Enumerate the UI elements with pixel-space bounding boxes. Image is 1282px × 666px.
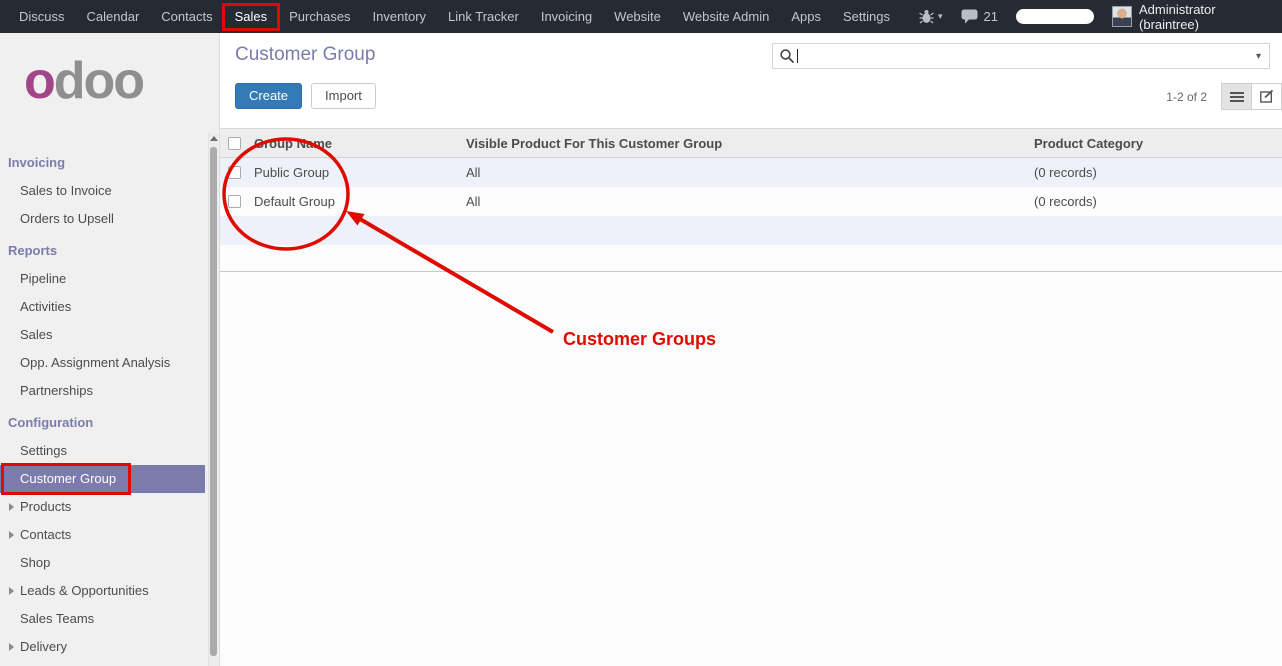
sidebar-section-invoicing: Invoicing xyxy=(0,145,219,177)
user-name: Administrator (braintree) xyxy=(1139,2,1272,32)
empty-row xyxy=(220,245,1282,271)
screen: Discuss Calendar Contacts Sales Purchase… xyxy=(0,0,1282,666)
cell-visible-product: All xyxy=(460,194,1028,209)
menu-contacts[interactable]: Contacts xyxy=(150,0,223,33)
debug-menu[interactable]: ▾ xyxy=(919,0,943,33)
chevron-down-icon: ▾ xyxy=(938,0,943,33)
menu-website[interactable]: Website xyxy=(603,0,672,33)
search-bar: ▾ xyxy=(772,43,1270,69)
row-checkbox[interactable] xyxy=(228,166,241,179)
bug-icon xyxy=(919,9,934,24)
import-button[interactable]: Import xyxy=(311,83,376,109)
avatar xyxy=(1112,6,1132,27)
sidebar-item-sales-teams[interactable]: Sales Teams xyxy=(0,605,219,633)
chat-bubble-icon xyxy=(961,9,978,24)
empty-row xyxy=(220,216,1282,245)
sidebar-item-delivery[interactable]: Delivery xyxy=(0,633,219,661)
row-checkbox[interactable] xyxy=(228,195,241,208)
sidebar-item-shop[interactable]: Shop xyxy=(0,549,219,577)
sidebar-item-contacts[interactable]: Contacts xyxy=(0,521,219,549)
pager-area: 1-2 of 2 xyxy=(1166,83,1282,110)
sidebar-item-partnerships[interactable]: Partnerships xyxy=(0,377,219,405)
table-header-row: Group Name Visible Product For This Cust… xyxy=(220,128,1282,158)
sidebar-item-orders-to-upsell[interactable]: Orders to Upsell xyxy=(0,205,219,233)
table-bottom-border xyxy=(220,271,1282,272)
cell-product-category: (0 records) xyxy=(1028,194,1282,209)
sidebar: odoo Invoicing Sales to Invoice Orders t… xyxy=(0,33,220,666)
sidebar-item-settings[interactable]: Settings xyxy=(0,437,219,465)
sidebar-item-products[interactable]: Products xyxy=(0,493,219,521)
cell-product-category: (0 records) xyxy=(1028,165,1282,180)
search-input[interactable] xyxy=(804,48,1254,65)
create-button[interactable]: Create xyxy=(235,83,302,109)
logo-letter-accent: o xyxy=(24,52,54,110)
menu-apps[interactable]: Apps xyxy=(780,0,832,33)
search-icon xyxy=(779,48,795,64)
menu-inventory[interactable]: Inventory xyxy=(362,0,437,33)
sidebar-item-sales-to-invoice[interactable]: Sales to Invoice xyxy=(0,177,219,205)
menu-invoicing[interactable]: Invoicing xyxy=(530,0,603,33)
page-title: Customer Group xyxy=(235,44,375,66)
form-view-button[interactable] xyxy=(1251,83,1282,110)
sidebar-scrollbar[interactable] xyxy=(208,133,218,666)
user-menu[interactable]: Administrator (braintree) xyxy=(1112,2,1272,32)
odoo-logo: odoo xyxy=(0,33,219,107)
sidebar-item-activities[interactable]: Activities xyxy=(0,293,219,321)
customer-group-table: Group Name Visible Product For This Cust… xyxy=(220,128,1282,272)
menu-settings[interactable]: Settings xyxy=(832,0,901,33)
menu-discuss[interactable]: Discuss xyxy=(8,0,76,33)
progress-pill[interactable] xyxy=(1016,9,1094,24)
sidebar-item-sales[interactable]: Sales xyxy=(0,321,219,349)
sidebar-item-opp-assignment-analysis[interactable]: Opp. Assignment Analysis xyxy=(0,349,219,377)
list-view-button[interactable] xyxy=(1221,83,1252,110)
view-switcher xyxy=(1221,83,1282,110)
menu-website-admin[interactable]: Website Admin xyxy=(672,0,780,33)
expand-arrow-icon xyxy=(9,643,14,651)
sidebar-item-leads-opportunities[interactable]: Leads & Opportunities xyxy=(0,577,219,605)
column-header-group-name[interactable]: Group Name xyxy=(248,136,460,151)
menu-calendar[interactable]: Calendar xyxy=(76,0,151,33)
sidebar-section-reports: Reports xyxy=(0,233,219,265)
expand-arrow-icon xyxy=(9,531,14,539)
table-row[interactable]: Public Group All (0 records) xyxy=(220,158,1282,187)
cell-group-name: Default Group xyxy=(248,194,460,209)
cell-visible-product: All xyxy=(460,165,1028,180)
text-cursor xyxy=(797,49,798,63)
list-icon xyxy=(1230,91,1244,103)
menu-sales-label: Sales xyxy=(235,9,268,24)
edit-form-icon xyxy=(1260,90,1274,103)
control-panel: Customer Group ▾ Create Import 1-2 of 2 xyxy=(220,33,1282,128)
topbar: Discuss Calendar Contacts Sales Purchase… xyxy=(0,0,1282,33)
cell-group-name: Public Group xyxy=(248,165,460,180)
topbar-right: ▾ 21 Administrator (braintree) xyxy=(901,0,1282,33)
expand-arrow-icon xyxy=(9,503,14,511)
sidebar-menu: Invoicing Sales to Invoice Orders to Ups… xyxy=(0,145,219,661)
scrollbar-thumb[interactable] xyxy=(210,147,217,656)
menu-purchases[interactable]: Purchases xyxy=(278,0,361,33)
scroll-up-icon[interactable] xyxy=(210,136,218,141)
menu-sales[interactable]: Sales xyxy=(224,0,279,33)
pager-text: 1-2 of 2 xyxy=(1166,90,1207,104)
table-row[interactable]: Default Group All (0 records) xyxy=(220,187,1282,216)
expand-arrow-icon xyxy=(9,587,14,595)
main-content: Customer Group ▾ Create Import 1-2 of 2 xyxy=(220,33,1282,666)
column-header-product-category[interactable]: Product Category xyxy=(1028,136,1282,151)
messages-menu[interactable]: 21 xyxy=(961,9,998,24)
sidebar-item-customer-group[interactable]: Customer Group xyxy=(0,465,205,493)
button-area: Create Import xyxy=(235,83,376,109)
sidebar-item-pipeline[interactable]: Pipeline xyxy=(0,265,219,293)
logo-letters: doo xyxy=(54,52,143,110)
menu-link-tracker[interactable]: Link Tracker xyxy=(437,0,530,33)
sidebar-section-configuration: Configuration xyxy=(0,405,219,437)
select-all-checkbox[interactable] xyxy=(228,137,241,150)
messages-count: 21 xyxy=(984,9,998,24)
search-dropdown-caret-icon[interactable]: ▾ xyxy=(1254,51,1263,62)
column-header-visible-product[interactable]: Visible Product For This Customer Group xyxy=(460,136,1028,151)
